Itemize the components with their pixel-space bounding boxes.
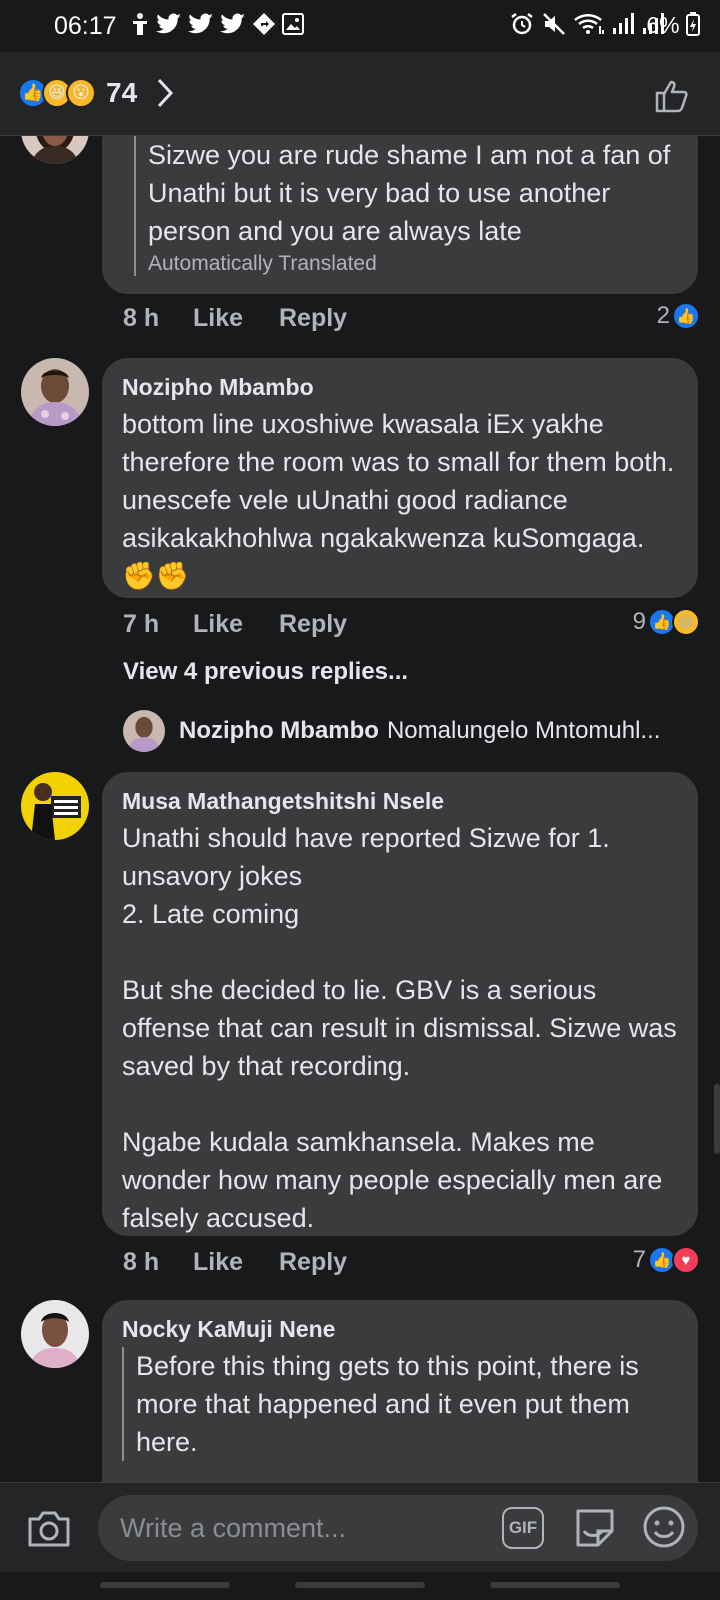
like-button[interactable]: Like bbox=[193, 1248, 279, 1277]
image-icon bbox=[282, 13, 304, 35]
reply-button[interactable]: Reply bbox=[279, 610, 347, 639]
reaction-count: 7 bbox=[632, 1246, 646, 1273]
twitter-icon bbox=[220, 13, 245, 34]
comments-list: Sizwe you are rude shame I am not a fan … bbox=[0, 136, 720, 1482]
view-previous-replies[interactable]: View 4 previous replies... bbox=[123, 658, 408, 686]
status-time: 06:17 bbox=[54, 12, 117, 40]
reaction-total: 74 bbox=[106, 77, 138, 108]
avatar bbox=[123, 710, 165, 752]
twitter-icon bbox=[188, 13, 213, 34]
signal-icon bbox=[613, 13, 634, 34]
camera-icon[interactable] bbox=[26, 1505, 72, 1551]
reply-preview[interactable]: Nozipho Mbambo Nomalungelo Mntomuhl... bbox=[123, 710, 677, 752]
battery-percent: 6% bbox=[646, 12, 680, 38]
accessibility-icon bbox=[133, 13, 147, 35]
emoji-icon[interactable] bbox=[642, 1505, 686, 1549]
haha-icon: 😆 bbox=[672, 608, 700, 636]
system-icons bbox=[510, 12, 664, 36]
comment-author[interactable]: Nocky KaMuji Nene bbox=[122, 1316, 678, 1343]
comment-author[interactable]: Musa Mathangetshitshi Nsele bbox=[122, 788, 678, 815]
scrollbar[interactable] bbox=[714, 1084, 720, 1154]
translated-quote: Before this thing gets to this point, th… bbox=[122, 1347, 678, 1461]
translated-quote: Sizwe you are rude shame I am not a fan … bbox=[134, 136, 678, 276]
like-button[interactable]: Like bbox=[193, 304, 279, 333]
reactions-summary-button[interactable]: 👍 😆 😮 74 bbox=[18, 76, 175, 110]
thumbs-up-icon[interactable] bbox=[654, 78, 690, 114]
comment-bubble[interactable]: Nocky KaMuji Nene Before this thing gets… bbox=[102, 1300, 698, 1482]
comment-reactions[interactable]: 2 👍 bbox=[657, 302, 700, 330]
comment-bubble[interactable]: Nozipho Mbambo bottom line uxoshiwe kwas… bbox=[102, 358, 698, 598]
like-icon: 👍 bbox=[672, 302, 700, 330]
chevron-right-icon bbox=[158, 78, 174, 108]
nav-handle[interactable] bbox=[295, 1582, 425, 1588]
comment-author[interactable]: Nozipho Mbambo bbox=[122, 374, 678, 401]
reply-button[interactable]: Reply bbox=[279, 304, 347, 333]
comment-composer: GIF bbox=[0, 1482, 720, 1572]
comment-reactions[interactable]: 9 👍 😆 bbox=[633, 608, 700, 636]
comment-time: 7 h bbox=[123, 610, 160, 638]
comment-text: bottom line uxoshiwe kwasala iEx yakhe t… bbox=[122, 409, 682, 591]
comment-text: Before this thing gets to this point, th… bbox=[136, 1351, 647, 1457]
comment-reactions[interactable]: 7 👍 ♥ bbox=[633, 1246, 700, 1274]
translation-label[interactable]: Automatically Translated bbox=[148, 252, 678, 276]
status-bar: 06:17 6% bbox=[0, 0, 720, 52]
comment-time: 8 h bbox=[123, 304, 160, 332]
reaction-count: 2 bbox=[656, 302, 670, 329]
comment-bubble[interactable]: Sizwe you are rude shame I am not a fan … bbox=[102, 136, 698, 294]
comment-bubble[interactable]: Musa Mathangetshitshi Nsele Unathi shoul… bbox=[102, 772, 698, 1236]
reactions-header: 👍 😆 😮 74 bbox=[0, 52, 720, 136]
notification-icons bbox=[130, 12, 304, 36]
twitter-icon bbox=[156, 13, 181, 34]
nav-handle[interactable] bbox=[490, 1582, 620, 1588]
battery-indicator: 6% bbox=[646, 12, 700, 39]
comment-time: 8 h bbox=[123, 1248, 160, 1276]
avatar[interactable] bbox=[21, 358, 89, 426]
alarm-icon bbox=[511, 13, 533, 35]
reaction-count: 9 bbox=[632, 608, 646, 635]
reply-button[interactable]: Reply bbox=[279, 1248, 347, 1277]
system-navigation-bar bbox=[0, 1572, 720, 1600]
love-icon: ♥ bbox=[672, 1246, 700, 1274]
avatar[interactable] bbox=[21, 772, 89, 840]
gif-button[interactable]: GIF bbox=[502, 1507, 544, 1549]
sticker-icon[interactable] bbox=[572, 1505, 618, 1551]
wifi-icon bbox=[574, 13, 604, 34]
wow-icon: 😮 bbox=[66, 78, 96, 108]
nav-handle[interactable] bbox=[100, 1582, 230, 1588]
mute-icon bbox=[543, 13, 565, 35]
like-button[interactable]: Like bbox=[193, 610, 279, 639]
reply-author: Nozipho Mbambo bbox=[179, 717, 379, 744]
directions-icon bbox=[253, 13, 275, 35]
avatar[interactable] bbox=[21, 136, 89, 164]
comment-actions: 8 h Like Reply bbox=[123, 304, 347, 333]
reply-text: Nomalungelo Mntomuhl... bbox=[386, 717, 661, 744]
avatar[interactable] bbox=[21, 1300, 89, 1368]
comment-actions: 8 h Like Reply bbox=[123, 1248, 347, 1277]
comment-actions: 7 h Like Reply bbox=[123, 610, 347, 639]
comment-text: Unathi should have reported Sizwe for 1.… bbox=[122, 823, 677, 1233]
battery-charging-icon bbox=[686, 12, 700, 36]
comment-text: Sizwe you are rude shame I am not a fan … bbox=[148, 140, 678, 246]
